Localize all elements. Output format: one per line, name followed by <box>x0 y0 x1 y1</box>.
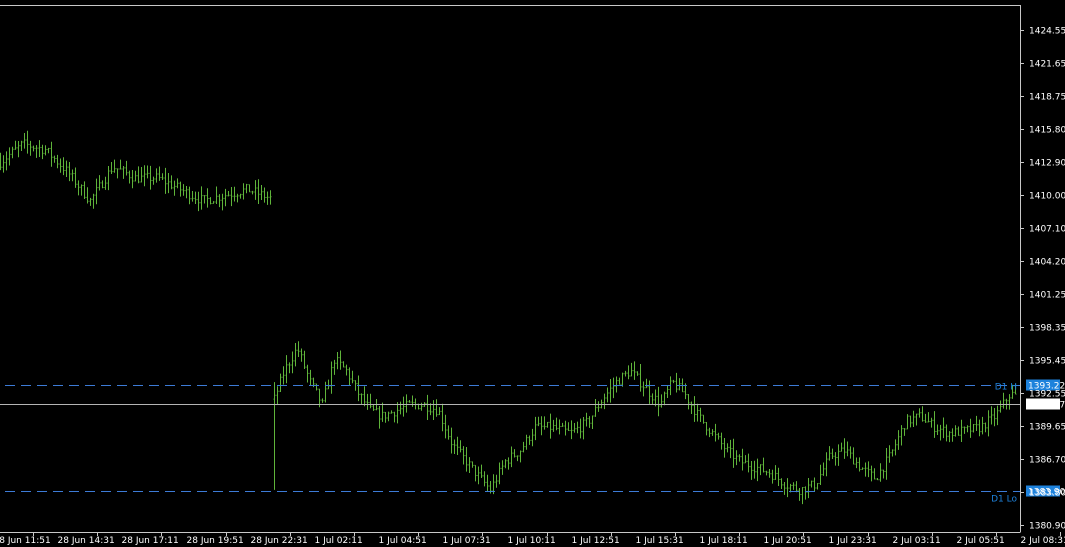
level-name: D1 H <box>995 383 1017 393</box>
x-tick-label: 28 Jun 19:51 <box>187 536 244 546</box>
x-tick-label: 1 Jul 04:51 <box>379 536 427 546</box>
x-tick-label: 28 Jun 22:31 <box>251 536 308 546</box>
y-tick-label: 1395.45 <box>1029 357 1065 367</box>
bid-badge-label: 1391.57 <box>1028 401 1065 411</box>
x-tick-label: 1 Jul 15:31 <box>636 536 684 546</box>
y-tick-label: 1404.20 <box>1029 258 1065 268</box>
x-tick-label: 2 Jul 08:31 <box>1021 536 1065 546</box>
x-tick-label: 28 Jun 11:51 <box>0 536 51 546</box>
chart-background <box>0 0 1065 547</box>
y-tick-label: 1401.25 <box>1029 291 1065 301</box>
chart-canvas[interactable]: D1 H 1393.22D1 Lo1383.901391.57 1424.5514… <box>0 0 1065 547</box>
y-tick-label: 1392.55 <box>1029 390 1065 400</box>
x-tick-label: 1 Jul 20:51 <box>764 536 812 546</box>
x-tick-label: 2 Jul 05:51 <box>957 536 1005 546</box>
x-tick-label: 1 Jul 12:51 <box>572 536 620 546</box>
y-tick-label: 1410.00 <box>1029 192 1065 202</box>
x-tick-label: 28 Jun 14:31 <box>58 536 115 546</box>
x-tick-label: 1 Jul 07:31 <box>443 536 491 546</box>
y-tick-label: 1415.80 <box>1029 126 1065 136</box>
y-tick-label: 1383.80 <box>1029 489 1065 499</box>
y-tick-label: 1407.10 <box>1029 225 1065 235</box>
y-tick-label: 1412.90 <box>1029 159 1065 169</box>
y-tick-label: 1389.65 <box>1029 423 1065 433</box>
x-tick-label: 1 Jul 02:11 <box>315 536 363 546</box>
x-tick-label: 28 Jun 17:11 <box>122 536 179 546</box>
x-tick-label: 1 Jul 23:31 <box>829 536 877 546</box>
price-chart[interactable]: D1 H 1393.22 D1 Lo 1383.90 1391.57 1424.55 14… <box>0 0 1065 547</box>
y-tick-label: 1398.35 <box>1029 324 1065 334</box>
y-tick-label: 1424.55 <box>1029 27 1065 37</box>
x-tick-label: 2 Jul 03:11 <box>893 536 941 546</box>
y-tick-label: 1386.70 <box>1029 456 1065 466</box>
y-tick-label: 1418.75 <box>1029 93 1065 103</box>
level-name: D1 Lo <box>991 495 1017 505</box>
y-tick-label: 1380.90 <box>1029 522 1065 532</box>
x-tick-label: 1 Jul 10:11 <box>508 536 556 546</box>
y-tick-label: 1421.65 <box>1029 60 1065 70</box>
x-tick-label: 1 Jul 18:11 <box>700 536 748 546</box>
